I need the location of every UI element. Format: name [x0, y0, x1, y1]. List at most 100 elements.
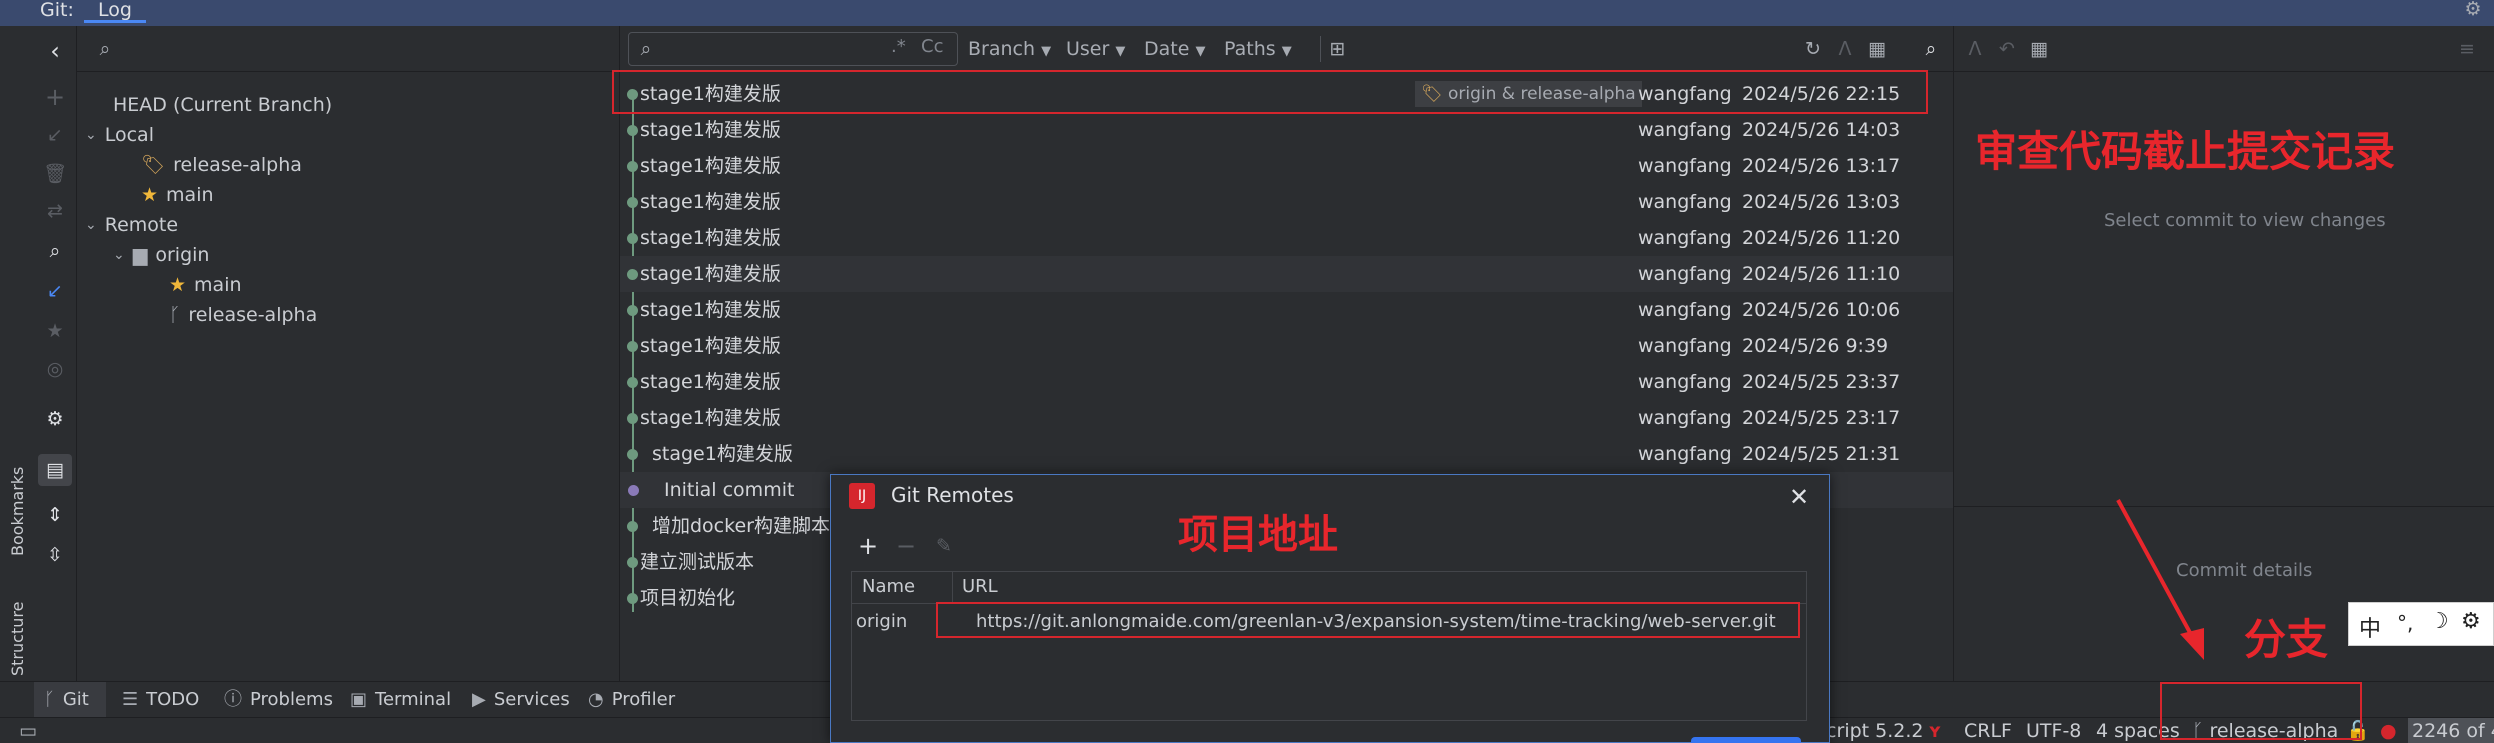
star-icon[interactable]: ★	[40, 316, 70, 346]
search-icon[interactable]: ⌕	[1918, 36, 1944, 62]
lock-icon[interactable]: 🔓	[2346, 718, 2370, 743]
tree-remote-branch[interactable]: ᚴ release-alpha	[169, 300, 317, 330]
gear-icon[interactable]: ⚙	[2461, 609, 2481, 634]
log-search-input[interactable]	[659, 35, 879, 63]
commit-author: wangfang	[1638, 227, 1732, 249]
new-tab-icon[interactable]: ⊞	[1320, 36, 1348, 62]
revert-icon[interactable]: ↶	[1994, 36, 2020, 62]
tab-git[interactable]: ᚴ Git	[44, 682, 89, 718]
folder-icon[interactable]: ▤	[38, 454, 72, 486]
origin-label: origin	[155, 244, 210, 266]
ime-toolbar[interactable]: 中 °, ☽ ⚙	[2348, 602, 2494, 646]
delete-icon[interactable]: 🗑	[40, 158, 70, 188]
commit-row[interactable]: stage1构建发版 wangfang 2024/5/25 23:17	[620, 400, 1953, 436]
commit-row[interactable]: stage1构建发版 wangfang 2024/5/26 14:03	[620, 112, 1953, 148]
remove-icon[interactable]: −	[893, 532, 919, 560]
encoding[interactable]: UTF-8	[2026, 718, 2081, 743]
branch-filter[interactable]: Branch ▼	[968, 36, 1051, 62]
search-icon[interactable]: ⌕	[40, 236, 70, 266]
yarn-icon[interactable]: ʏ	[1928, 718, 1942, 743]
refresh-icon[interactable]: ↻	[1800, 36, 1826, 62]
gear-icon[interactable]: ⚙	[2460, 0, 2486, 20]
column-header-url[interactable]: URL	[962, 576, 998, 597]
date-filter[interactable]: Date ▼	[1144, 36, 1205, 62]
punctuation-icon[interactable]: °,	[2397, 611, 2413, 635]
grid-icon[interactable]: ▦	[2026, 36, 2052, 62]
collapse-icon[interactable]: ‹	[40, 36, 70, 66]
moon-icon[interactable]: ☽	[2429, 609, 2449, 634]
tab-services[interactable]: ▶ Services	[472, 682, 570, 718]
commit-row[interactable]: stage1构建发版 wangfang 2024/5/25 23:37	[620, 364, 1953, 400]
tag-icon: 🏷	[1421, 84, 1448, 104]
commit-row[interactable]: stage1构建发版 wangfang 2024/5/26 9:39	[620, 328, 1953, 364]
tree-local[interactable]: ⌄ Local	[85, 120, 154, 150]
structure-tab[interactable]: Structure	[8, 566, 27, 676]
ref-label[interactable]: 🏷 origin & release-alpha	[1415, 81, 1642, 107]
close-icon[interactable]: ✕	[1785, 483, 1813, 511]
commit-author: wangfang	[1638, 191, 1732, 213]
tree-remote[interactable]: ⌄ Remote	[85, 210, 178, 240]
branch-search-input[interactable]	[121, 34, 601, 64]
commit-node	[627, 593, 638, 604]
log-search-box[interactable]: ⌕ .* Cc	[628, 32, 958, 66]
tab-terminal[interactable]: ▣ Terminal	[350, 682, 451, 718]
ime-language[interactable]: 中	[2359, 611, 2381, 643]
tree-origin[interactable]: ⌄ ▆ origin	[113, 240, 209, 270]
commit-message: stage1构建发版	[640, 119, 781, 141]
merge-icon[interactable]: ⇄	[40, 196, 70, 226]
ok-button[interactable]	[1691, 737, 1801, 743]
commit-date: 2024/5/25 23:17	[1742, 407, 1901, 429]
indent[interactable]: 4 spaces	[2096, 718, 2180, 743]
fetch-icon[interactable]: ◎	[40, 354, 70, 384]
commit-node	[627, 89, 638, 100]
tab-log[interactable]: Log	[84, 0, 146, 23]
commit-row[interactable]: stage1构建发版 wangfang 2024/5/26 11:20	[620, 220, 1953, 256]
grid-icon[interactable]: ▦	[1864, 36, 1890, 62]
line-separator[interactable]: CRLF	[1964, 718, 2012, 743]
tab-profiler[interactable]: ◔ Profiler	[588, 682, 675, 718]
commit-row[interactable]: stage1构建发版 wangfang 2024/5/26 10:06	[620, 292, 1953, 328]
settings-icon[interactable]: ⚙	[40, 404, 70, 434]
commit-row[interactable]: stage1构建发版 wangfang 2024/5/26 13:17	[620, 148, 1953, 184]
edit-icon[interactable]: ✎	[931, 533, 957, 559]
commit-row[interactable]: stage1构建发版 wangfang 2024/5/26 13:03	[620, 184, 1953, 220]
tab-todo[interactable]: ☰ TODO	[122, 682, 199, 718]
commit-row[interactable]: stage1构建发版 wangfang 2024/5/25 21:31	[620, 436, 1953, 472]
table-row[interactable]: origin https://git.anlongmaide.com/green…	[852, 604, 1806, 640]
collapse-all-icon[interactable]: ⇳	[40, 540, 70, 570]
branch-widget[interactable]: ᚴ release-alpha	[2192, 718, 2338, 743]
branch-search-bar[interactable]: ⌕	[77, 26, 620, 72]
memory-indicator[interactable]: 2246 of 4	[2408, 718, 2494, 743]
commit-author: wangfang	[1638, 443, 1732, 465]
branch-label: release-alpha	[188, 304, 318, 326]
tree-local-branch[interactable]: ★ main	[141, 180, 214, 210]
commit-row[interactable]: stage1构建发版 🏷 origin & release-alpha wangfa…	[620, 76, 1953, 112]
collapse-icon[interactable]: ≡	[2454, 36, 2480, 62]
paths-filter[interactable]: Paths ▼	[1224, 36, 1292, 62]
bookmarks-tab[interactable]: Bookmarks	[8, 426, 27, 556]
interpreter-status[interactable]: Script 5.2.2	[1814, 718, 1924, 743]
update-icon[interactable]: ↙	[40, 276, 70, 306]
match-case-toggle[interactable]: Cc	[921, 36, 943, 57]
play-icon: ▶	[472, 689, 486, 710]
error-icon[interactable]: ●	[2380, 718, 2397, 743]
tab-label: Profiler	[611, 689, 676, 710]
tree-local-branch[interactable]: 🏷 release-alpha	[141, 150, 302, 180]
expand-all-icon[interactable]: ⇕	[40, 500, 70, 530]
panel-toggle-icon[interactable]: ▭	[18, 720, 38, 742]
tree-head[interactable]: HEAD (Current Branch)	[113, 90, 332, 120]
commit-node	[627, 449, 638, 460]
cherry-pick-icon[interactable]: ᐱ	[1832, 36, 1858, 62]
user-filter[interactable]: User ▼	[1066, 36, 1125, 62]
tree-remote-branch[interactable]: ★ main	[169, 270, 242, 300]
cherry-pick-icon[interactable]: ᐱ	[1962, 36, 1988, 62]
commit-date: 2024/5/26 22:15	[1742, 83, 1901, 105]
regex-toggle[interactable]: .*	[891, 36, 906, 57]
column-header-name[interactable]: Name	[862, 576, 915, 597]
arrow-down-left-icon[interactable]: ↙	[40, 120, 70, 150]
add-icon[interactable]: +	[40, 82, 70, 112]
tab-problems[interactable]: ⓘ Problems	[224, 682, 333, 718]
add-icon[interactable]: +	[855, 532, 881, 560]
commit-message: stage1构建发版	[640, 155, 781, 177]
commit-row[interactable]: stage1构建发版 wangfang 2024/5/26 11:10	[620, 256, 1953, 292]
